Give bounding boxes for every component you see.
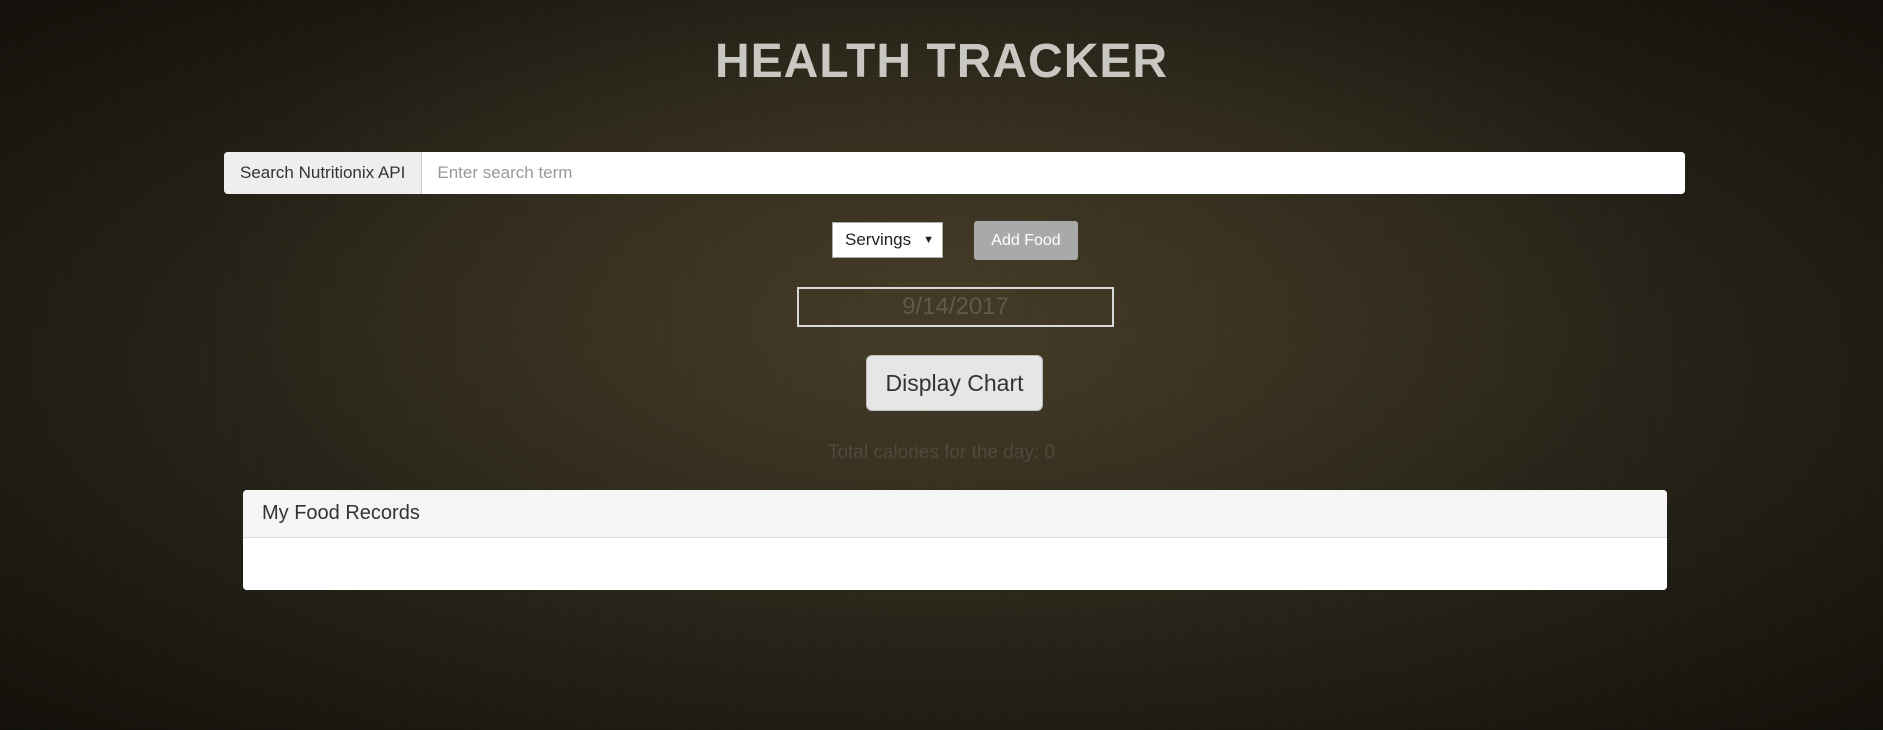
food-records-heading: My Food Records: [243, 490, 1667, 538]
display-chart-button[interactable]: Display Chart: [866, 355, 1043, 411]
food-records-panel: My Food Records: [243, 490, 1667, 590]
dropdown-arrow-icon: ▼: [923, 234, 934, 246]
search-group: Search Nutritionix API: [224, 152, 1685, 194]
total-calories-text: Total calories for the day: 0: [827, 442, 1056, 463]
search-input[interactable]: [422, 152, 1685, 194]
page-title: HEALTH TRACKER: [714, 35, 1169, 88]
servings-select[interactable]: Servings ▼: [832, 222, 943, 258]
search-addon-label: Search Nutritionix API: [224, 152, 423, 194]
date-field[interactable]: 9/14/2017: [797, 287, 1114, 327]
food-records-list: [243, 538, 1667, 590]
add-food-button[interactable]: Add Food: [974, 221, 1078, 260]
servings-select-value: Servings: [845, 230, 912, 249]
